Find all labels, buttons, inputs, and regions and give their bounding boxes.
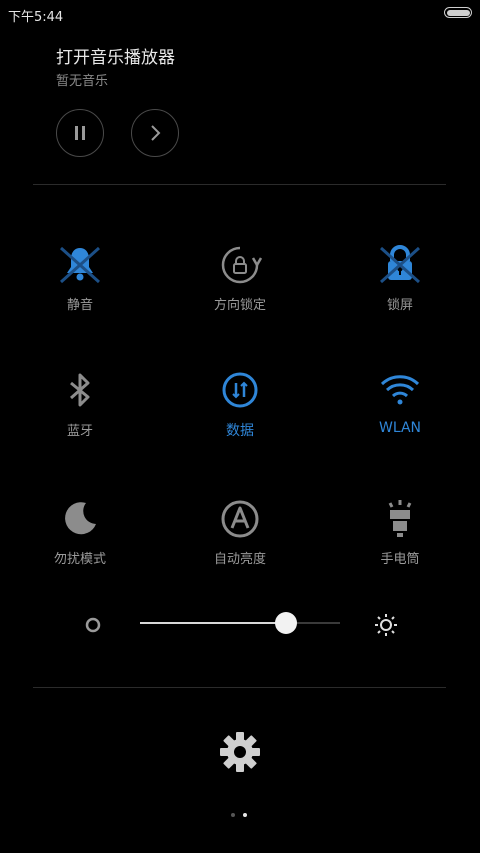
brightness-high-icon xyxy=(375,614,397,636)
toggle-label: WLAN xyxy=(378,420,421,436)
brightness-slider-fill xyxy=(140,622,286,624)
divider-bottom xyxy=(33,687,446,688)
moon-icon xyxy=(65,502,96,535)
toggle-label: 自动亮度 xyxy=(213,552,266,567)
toggle-label: 数据 xyxy=(226,423,254,439)
pager-dot-1[interactable] xyxy=(231,813,235,817)
pager-dot-2[interactable] xyxy=(243,813,247,817)
divider-top xyxy=(33,184,446,185)
toggle-label: 勿扰模式 xyxy=(53,552,106,567)
toggle-flashlight[interactable]: 手电筒 xyxy=(340,494,460,584)
toggle-silent[interactable]: 静音 xyxy=(20,240,140,330)
battery-icon xyxy=(444,7,472,18)
rotation-lock-icon xyxy=(221,246,263,284)
brightness-slider-thumb[interactable] xyxy=(275,612,297,634)
status-time: 下午5:44 xyxy=(8,10,64,25)
auto-brightness-icon xyxy=(221,500,259,538)
wifi-icon xyxy=(380,375,420,405)
lock-icon xyxy=(379,245,421,284)
mobile-data-icon xyxy=(222,372,258,408)
toggle-wlan[interactable]: WLAN xyxy=(340,366,460,456)
bluetooth-icon xyxy=(70,373,90,407)
brightness-slider[interactable] xyxy=(140,612,340,634)
toggle-bluetooth[interactable]: 蓝牙 xyxy=(20,366,140,456)
pause-icon xyxy=(75,126,85,140)
bell-icon xyxy=(59,246,101,284)
toggle-label: 静音 xyxy=(66,298,93,313)
music-subtitle: 暂无音乐 xyxy=(56,74,109,89)
toggle-do-not-disturb[interactable]: 勿扰模式 xyxy=(20,494,140,584)
toggle-auto-brightness[interactable]: 自动亮度 xyxy=(180,494,300,584)
brightness-low-icon xyxy=(85,617,101,633)
toggle-rotation-lock[interactable]: 方向锁定 xyxy=(180,240,300,330)
toggle-mobile-data[interactable]: 数据 xyxy=(180,366,300,456)
toggle-label: 锁屏 xyxy=(386,298,413,313)
gear-icon[interactable] xyxy=(218,730,262,774)
pause-button[interactable] xyxy=(56,109,104,157)
toggle-lock-screen[interactable]: 锁屏 xyxy=(340,240,460,330)
chevron-right-icon xyxy=(151,125,161,141)
toggle-label: 手电筒 xyxy=(380,552,420,567)
music-title[interactable]: 打开音乐播放器 xyxy=(56,43,175,68)
status-bar: 下午5:44 xyxy=(0,0,480,26)
toggle-label: 蓝牙 xyxy=(66,424,93,439)
next-button[interactable] xyxy=(131,109,179,157)
toggle-label: 方向锁定 xyxy=(213,298,266,313)
flashlight-icon xyxy=(388,500,412,537)
